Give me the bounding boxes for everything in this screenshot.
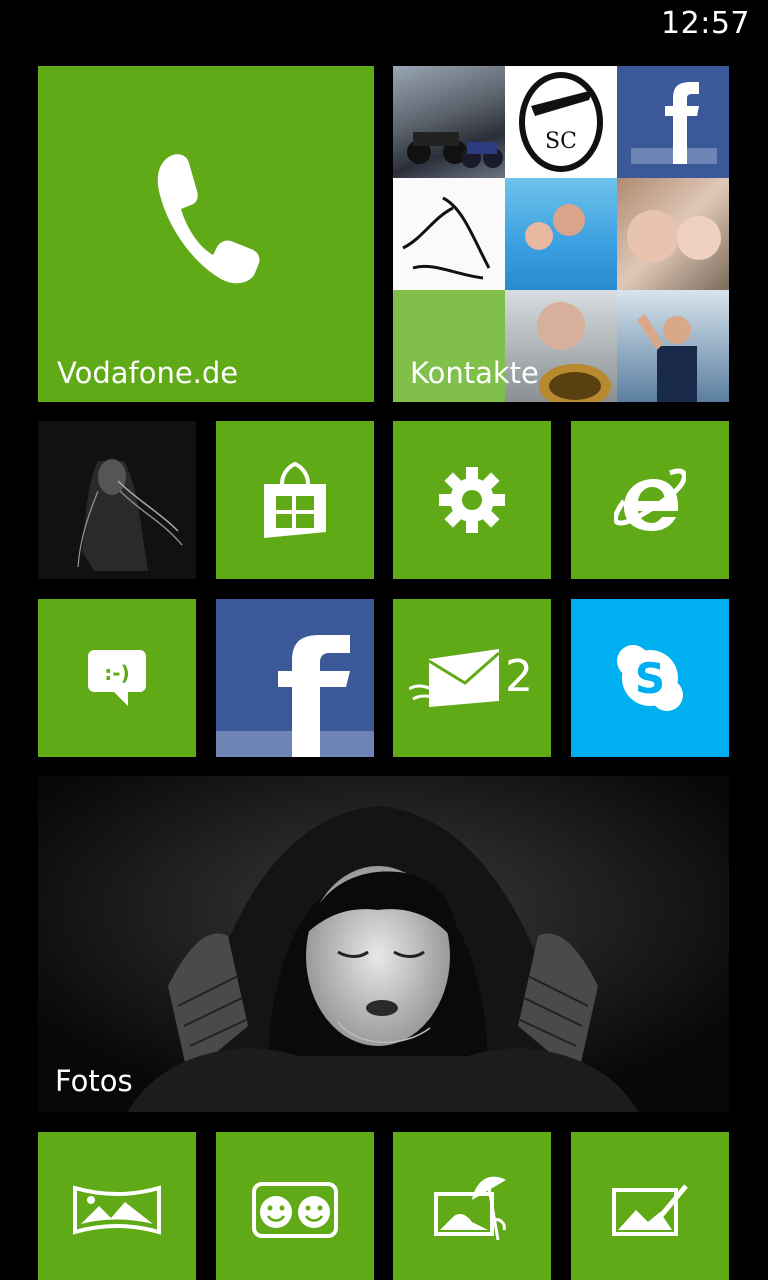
tile-skype[interactable]: S <box>571 599 729 757</box>
tile-photos-label: Fotos <box>55 1064 133 1098</box>
svg-text::-): :-) <box>104 661 129 685</box>
music-album-art <box>38 421 196 579</box>
tile-mail[interactable]: 2 <box>393 599 551 757</box>
tile-photo-beach[interactable] <box>393 1132 551 1280</box>
contact-photo-scf-logo: SC <box>505 66 617 178</box>
tile-facebook[interactable] <box>216 599 374 757</box>
tile-store[interactable] <box>216 421 374 579</box>
tile-photo-edit[interactable] <box>571 1132 729 1280</box>
tile-smiley-camera[interactable] <box>216 1132 374 1280</box>
panorama-icon <box>73 1185 161 1236</box>
tile-photos[interactable]: Fotos <box>38 776 729 1112</box>
mail-unread-count: 2 <box>505 651 533 702</box>
tile-contacts[interactable]: SC Kontakte <box>393 66 729 402</box>
gear-icon <box>439 467 505 533</box>
svg-text:S: S <box>635 654 665 703</box>
photos-hub-image <box>38 776 729 1112</box>
photo-beach-icon <box>434 1176 506 1241</box>
contact-photo-family <box>617 178 729 290</box>
smiley-camera-icon <box>252 1182 338 1239</box>
facebook-icon <box>216 635 374 757</box>
skype-icon: S <box>617 645 683 711</box>
tile-messaging[interactable]: :-) <box>38 599 196 757</box>
tile-panorama[interactable] <box>38 1132 196 1280</box>
contact-photo-bikes <box>393 66 505 178</box>
photo-edit-icon <box>612 1184 688 1237</box>
tile-phone[interactable]: Vodafone.de <box>38 66 374 402</box>
svg-text:SC: SC <box>545 129 577 154</box>
phone-icon <box>157 154 260 284</box>
ie-icon <box>614 468 686 531</box>
outlook-mail-icon <box>409 649 500 707</box>
tile-phone-label: Vodafone.de <box>57 356 239 390</box>
store-icon <box>264 462 326 538</box>
tile-music[interactable] <box>38 421 196 579</box>
status-time: 12:57 <box>661 6 750 41</box>
contact-photo-sketch <box>393 178 505 290</box>
tile-settings[interactable] <box>393 421 551 579</box>
tile-internet-explorer[interactable] <box>571 421 729 579</box>
contact-photo-pool <box>505 178 617 290</box>
contact-photo-facebook <box>617 66 729 178</box>
messaging-smiley-icon: :-) <box>88 650 146 706</box>
tile-contacts-label: Kontakte <box>410 356 539 390</box>
contact-photo-man <box>617 290 729 402</box>
